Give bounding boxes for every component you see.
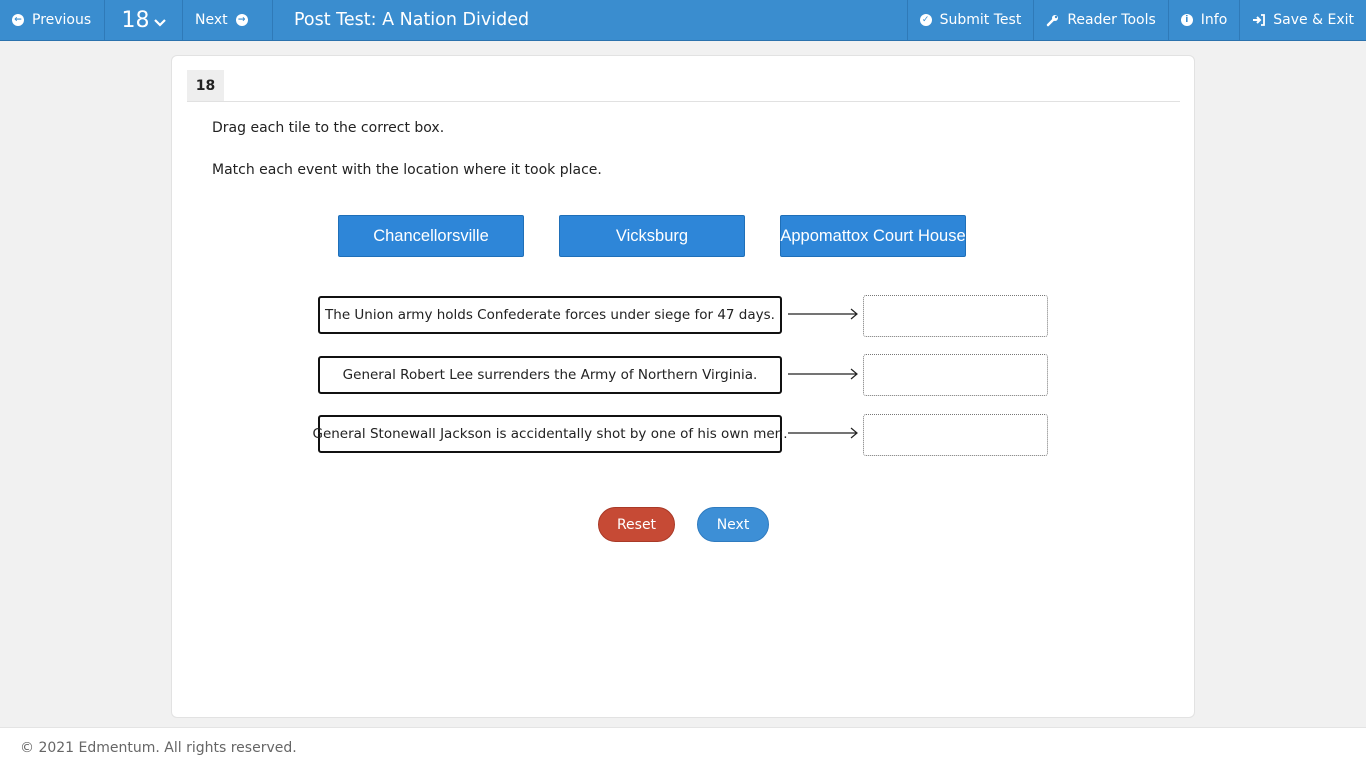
previous-button[interactable]: ← Previous <box>0 0 105 40</box>
test-title: Post Test: A Nation Divided <box>294 10 530 30</box>
submit-label: Submit Test <box>939 12 1022 28</box>
instruction-drag: Drag each tile to the correct box. <box>212 120 445 136</box>
tile-chancellorsville[interactable]: Chancellorsville <box>338 215 524 257</box>
question-card: 18 Drag each tile to the correct box. Ma… <box>171 55 1195 718</box>
event-jackson-shot: General Stonewall Jackson is accidentall… <box>312 415 788 453</box>
chevron-down-icon <box>153 19 166 27</box>
save-exit-label: Save & Exit <box>1273 12 1354 28</box>
arrow-right-icon <box>788 308 858 320</box>
submit-test-button[interactable]: ✓ Submit Test <box>906 0 1034 40</box>
arrow-right-circle-icon: → <box>235 14 248 26</box>
info-button[interactable]: i Info <box>1167 0 1240 40</box>
reset-button[interactable]: Reset <box>598 507 675 542</box>
next-label: Next <box>195 12 228 28</box>
question-number-value: 18 <box>121 7 150 33</box>
arrow-right-icon <box>788 368 858 380</box>
next-button[interactable]: Next <box>697 507 769 542</box>
save-exit-button[interactable]: Save & Exit <box>1239 0 1366 40</box>
copyright-text: © 2021 Edmentum. All rights reserved. <box>20 740 297 756</box>
reader-tools-button[interactable]: Reader Tools <box>1033 0 1167 40</box>
drop-box-3[interactable] <box>863 414 1048 456</box>
event-siege: The Union army holds Confederate forces … <box>318 296 782 334</box>
info-circle-icon: i <box>1180 14 1193 26</box>
tile-vicksburg[interactable]: Vicksburg <box>559 215 745 257</box>
event-surrender: General Robert Lee surrenders the Army o… <box>318 356 782 394</box>
next-question-button[interactable]: Next → <box>183 0 273 40</box>
check-circle-icon: ✓ <box>919 14 932 26</box>
footer: © 2021 Edmentum. All rights reserved. <box>0 727 1366 768</box>
reader-tools-label: Reader Tools <box>1067 12 1156 28</box>
toolbar-right: ✓ Submit Test Reader Tools i Info Save &… <box>906 0 1366 40</box>
tile-appomattox-court-house[interactable]: Appomattox Court House <box>780 215 966 257</box>
arrow-left-circle-icon: ← <box>12 14 24 26</box>
previous-label: Previous <box>32 12 92 28</box>
wrench-icon <box>1047 14 1059 26</box>
sign-out-icon <box>1253 14 1266 26</box>
arrow-right-icon <box>788 427 858 439</box>
instruction-match: Match each event with the location where… <box>212 162 602 178</box>
top-navigation-bar: ← Previous 18 Next → Post Test: A Nation… <box>0 0 1366 41</box>
drop-box-2[interactable] <box>863 354 1048 396</box>
question-number-dropdown[interactable]: 18 <box>105 0 183 40</box>
info-label: Info <box>1200 12 1228 28</box>
question-number-badge: 18 <box>187 70 224 101</box>
drop-box-1[interactable] <box>863 295 1048 337</box>
question-header: 18 <box>187 70 1180 102</box>
